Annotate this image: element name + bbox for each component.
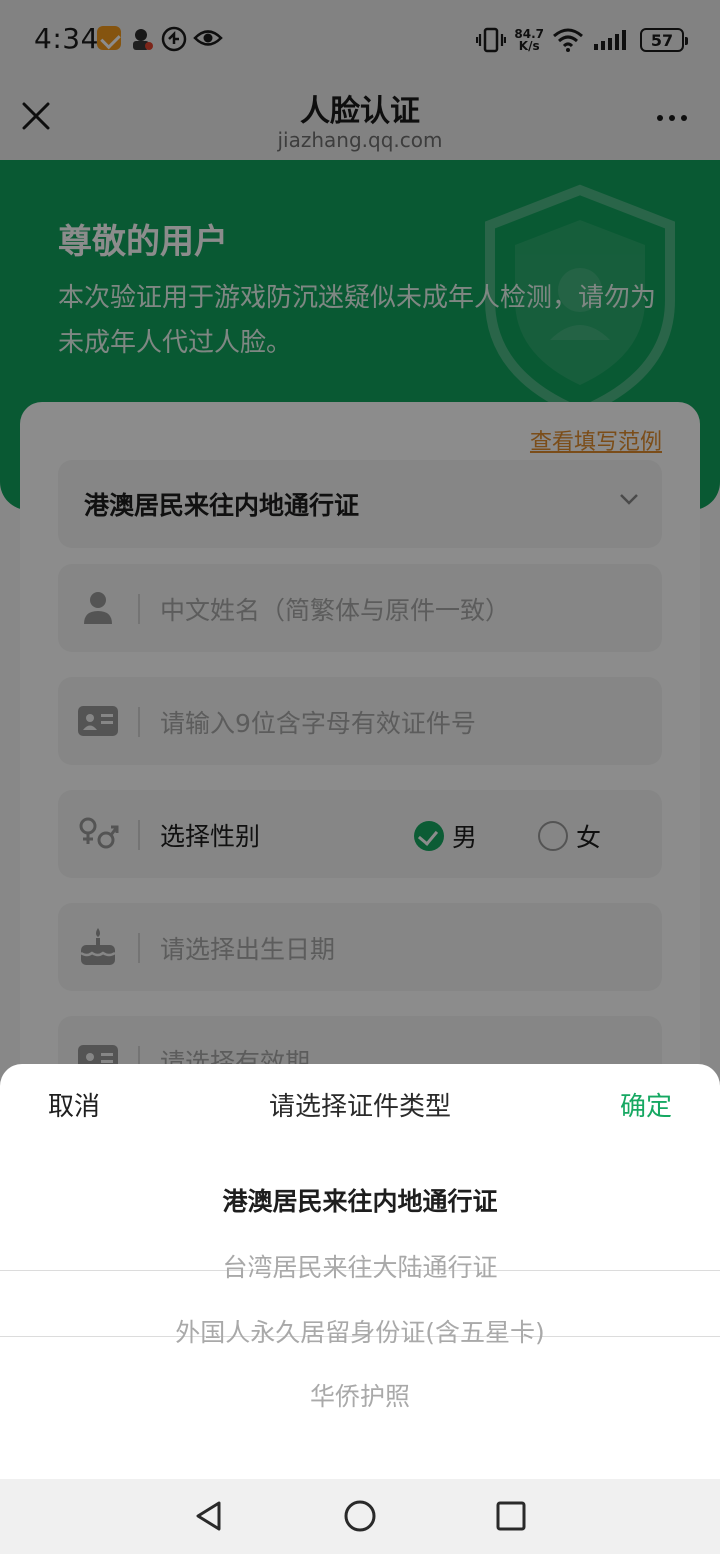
picker-option[interactable]: 外国人永久居留身份证(含五星卡): [0, 1313, 720, 1349]
picker-title: 请选择证件类型: [268, 1092, 451, 1122]
id-type-picker-sheet: 取消 请选择证件类型 确定 港澳居民来往内地通行证 台湾居民来往大陆通行证 外国…: [0, 1064, 720, 1479]
picker-option[interactable]: 台湾居民来往大陆通行证: [0, 1248, 720, 1284]
home-circle-icon[interactable]: [343, 1499, 377, 1533]
picker-option[interactable]: 华侨护照: [0, 1377, 720, 1413]
screen: 4:34 84.7 K/s 57 人脸认证 jiazhang.qq.com 尊敬…: [0, 0, 720, 1554]
confirm-button[interactable]: 确定: [620, 1086, 672, 1123]
system-nav-bar: [0, 1479, 720, 1554]
back-triangle-icon[interactable]: [192, 1499, 226, 1533]
picker-option-selected[interactable]: 港澳居民来往内地通行证: [0, 1182, 720, 1218]
recent-square-icon[interactable]: [494, 1499, 528, 1533]
